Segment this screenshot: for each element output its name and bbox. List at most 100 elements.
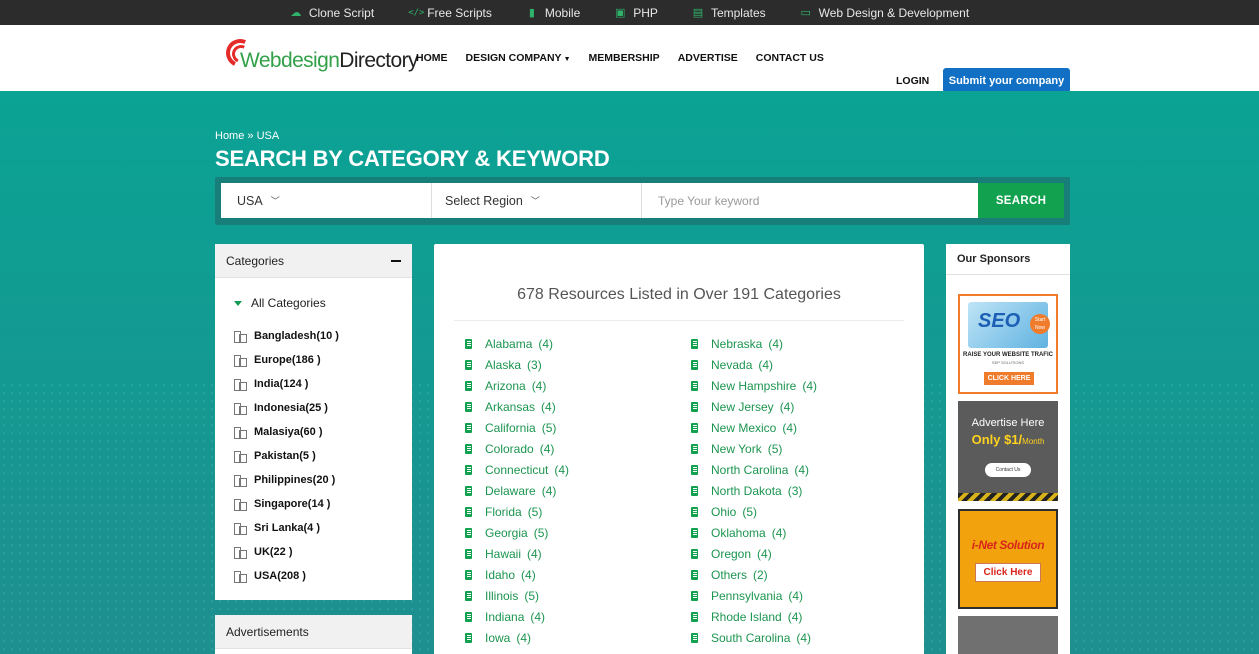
state-name: Alabama <box>485 336 533 351</box>
top-link-clone-script[interactable]: ☁ Clone Script <box>290 6 374 20</box>
country-select[interactable]: USA ﹀ <box>221 183 432 218</box>
state-column-left: Alabama (4) Alaska (3) Arizona (4) Arkansas (4)… <box>465 333 691 648</box>
keyword-input[interactable] <box>642 183 978 218</box>
state-link[interactable]: Connecticut (4) <box>465 459 691 480</box>
state-link[interactable]: California (5) <box>465 417 691 438</box>
top-links-bar: ☁ Clone Script </> Free Scripts ▮ Mobile ▣ PHP ▤… <box>0 0 1259 25</box>
state-count: (4) <box>796 630 812 645</box>
category-item[interactable]: Philippines(20 ) <box>234 468 412 492</box>
state-link[interactable]: South Carolina (4) <box>691 627 917 648</box>
state-link[interactable]: Delaware (4) <box>465 480 691 501</box>
state-link[interactable]: Iowa (4) <box>465 627 691 648</box>
document-icon <box>691 464 698 475</box>
state-link[interactable]: Illinois (5) <box>465 585 691 606</box>
state-link[interactable]: Florida (5) <box>465 501 691 522</box>
category-item[interactable]: UK(22 ) <box>234 540 412 564</box>
sponsor-banner-4[interactable] <box>958 616 1058 654</box>
inet-solution-banner[interactable]: i-Net Solution Click Here <box>958 509 1058 609</box>
seo-click-here-button[interactable]: CLICK HERE <box>984 372 1034 385</box>
state-link[interactable]: Alaska (3) <box>465 354 691 375</box>
top-link-templates[interactable]: ▤ Templates <box>692 6 766 20</box>
state-link[interactable]: Rhode Island (4) <box>691 606 917 627</box>
resources-listing: 678 Resources Listed in Over 191 Categor… <box>434 244 924 654</box>
state-link[interactable]: Nevada (4) <box>691 354 917 375</box>
category-item[interactable]: USA(208 ) <box>234 564 412 588</box>
state-link[interactable]: New Mexico (4) <box>691 417 917 438</box>
category-label: Malasiya(60 ) <box>254 426 323 438</box>
search-button[interactable]: SEARCH <box>978 183 1064 218</box>
category-item[interactable]: Singapore(14 ) <box>234 492 412 516</box>
state-link[interactable]: Indiana (4) <box>465 606 691 627</box>
state-link[interactable]: Others (2) <box>691 564 917 585</box>
state-link[interactable]: Arizona (4) <box>465 375 691 396</box>
state-count: (5) <box>527 504 543 519</box>
nav-advertise[interactable]: ADVERTISE <box>678 52 738 64</box>
document-icon <box>691 359 698 370</box>
category-label: India(124 ) <box>254 378 309 390</box>
state-name: New Jersey <box>711 399 774 414</box>
category-item[interactable]: Malasiya(60 ) <box>234 420 412 444</box>
seo-sponsor-banner[interactable]: SEO Start Now RAISE YOUR WEBSITE TRAFIC … <box>958 294 1058 394</box>
state-link[interactable]: Nebraska (4) <box>691 333 917 354</box>
state-name: Ohio <box>711 504 737 519</box>
sponsors-panel: Our Sponsors SEO Start Now RAISE YOUR WE… <box>946 244 1070 654</box>
state-name: Nebraska <box>711 336 763 351</box>
state-link[interactable]: Alabama (4) <box>465 333 691 354</box>
state-link[interactable]: Idaho (4) <box>465 564 691 585</box>
breadcrumb-home[interactable]: Home <box>215 130 244 142</box>
categories-header[interactable]: Categories <box>215 244 412 278</box>
advertise-here-banner[interactable]: Advertise Here Only $1/Month Contact Us <box>958 401 1058 501</box>
nav-design-company[interactable]: DESIGN COMPANY ▼ <box>466 52 571 64</box>
top-link-web-design-development[interactable]: ▭ Web Design & Development <box>800 6 969 20</box>
state-link[interactable]: Oklahoma (4) <box>691 522 917 543</box>
document-icon <box>465 401 472 412</box>
state-count: (4) <box>516 630 532 645</box>
region-select[interactable]: Select Region ﹀ <box>432 183 642 218</box>
state-link[interactable]: North Carolina (4) <box>691 459 917 480</box>
state-link[interactable]: Ohio (5) <box>691 501 917 522</box>
state-name: Idaho <box>485 567 516 582</box>
site-logo[interactable]: WebdesignDirectory <box>222 35 419 77</box>
state-count: (5) <box>767 441 783 456</box>
nav-home[interactable]: HOME <box>416 52 448 64</box>
collapse-minus-icon[interactable] <box>391 259 401 262</box>
category-item[interactable]: Sri Lanka(4 ) <box>234 516 412 540</box>
state-link[interactable]: Hawaii (4) <box>465 543 691 564</box>
top-link-label: Templates <box>710 5 766 20</box>
state-link[interactable]: Pennsylvania (4) <box>691 585 917 606</box>
nav-membership[interactable]: MEMBERSHIP <box>589 52 660 64</box>
category-item[interactable]: Pakistan(5 ) <box>234 444 412 468</box>
document-icon <box>691 506 698 517</box>
contact-us-button[interactable]: Contact Us <box>985 463 1031 477</box>
state-count: (4) <box>541 399 556 414</box>
document-icon <box>465 506 472 517</box>
category-item[interactable]: Indonesia(25 ) <box>234 396 412 420</box>
submit-company-button[interactable]: Submit your company <box>943 68 1070 93</box>
category-item[interactable]: Bangladesh(10 ) <box>234 324 412 348</box>
state-link[interactable]: Arkansas (4) <box>465 396 691 417</box>
seo-subline: SEP SOLUTIONS <box>991 360 1025 365</box>
state-link[interactable]: New Hampshire (4) <box>691 375 917 396</box>
category-label: Indonesia(25 ) <box>254 402 328 414</box>
chevron-down-icon: ﹀ <box>530 196 540 206</box>
state-link[interactable]: Oregon (4) <box>691 543 917 564</box>
inet-click-here-button[interactable]: Click Here <box>975 563 1041 582</box>
top-link-mobile[interactable]: ▮ Mobile <box>526 6 580 20</box>
state-name: Iowa <box>485 630 511 645</box>
category-item[interactable]: Europe(186 ) <box>234 348 412 372</box>
all-categories-toggle[interactable]: All Categories <box>215 278 412 310</box>
login-link[interactable]: LOGIN <box>896 75 929 87</box>
document-icon <box>465 485 472 496</box>
state-link[interactable]: North Dakota (3) <box>691 480 917 501</box>
top-link-free-scripts[interactable]: </> Free Scripts <box>408 6 492 20</box>
state-link[interactable]: Georgia (5) <box>465 522 691 543</box>
building-icon <box>234 378 247 391</box>
category-label: Europe(186 ) <box>254 354 321 366</box>
top-link-php[interactable]: ▣ PHP <box>614 6 658 20</box>
nav-contact-us[interactable]: CONTACT US <box>756 52 824 64</box>
php-icon: ▣ <box>615 7 626 19</box>
state-link[interactable]: New Jersey (4) <box>691 396 917 417</box>
state-link[interactable]: Colorado (4) <box>465 438 691 459</box>
state-link[interactable]: New York (5) <box>691 438 917 459</box>
category-item[interactable]: India(124 ) <box>234 372 412 396</box>
